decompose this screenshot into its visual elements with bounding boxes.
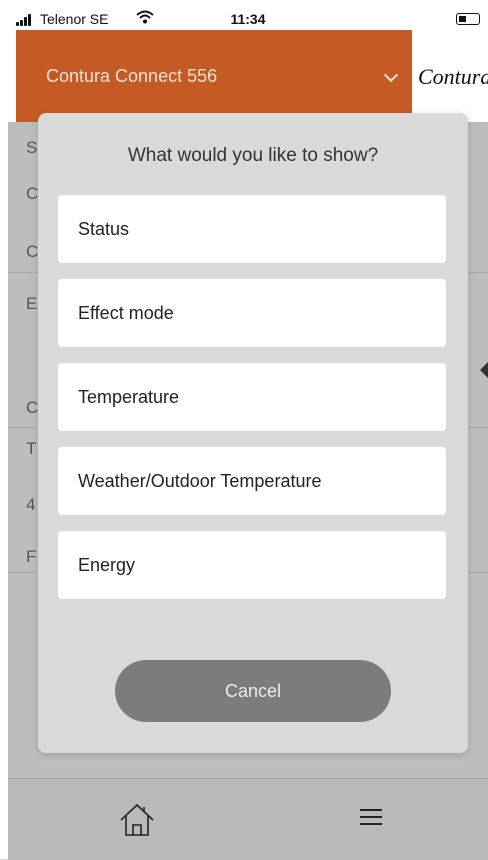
card-glyph: S — [26, 138, 38, 157]
cancel-button[interactable]: Cancel — [115, 660, 391, 722]
app-screen: Telenor SE 11:34 Contura Connect 556 Con… — [0, 0, 488, 860]
brand-logo: Contura — [418, 64, 488, 89]
menu-icon[interactable] — [360, 809, 382, 827]
card-glyph: C — [26, 242, 39, 261]
home-icon[interactable] — [116, 799, 158, 841]
option-label: Temperature — [78, 387, 180, 407]
app-header: Contura Connect 556 Contura — [8, 30, 488, 122]
card-glyph: 4 — [26, 495, 36, 514]
card-glyph: F — [26, 547, 37, 566]
status-bar: Telenor SE 11:34 — [8, 8, 488, 30]
card-glyph: C — [26, 184, 39, 203]
option-label: Energy — [78, 555, 136, 575]
device-selector[interactable]: Contura Connect 556 — [16, 30, 412, 122]
cancel-label: Cancel — [224, 681, 282, 701]
option-label: Effect mode — [78, 303, 174, 323]
card-glyph: T — [26, 439, 37, 458]
option-effect-mode[interactable]: Effect mode — [58, 279, 446, 347]
device-name: Contura Connect 556 — [46, 66, 218, 86]
option-energy[interactable]: Energy — [58, 531, 446, 599]
option-status[interactable]: Status — [58, 195, 446, 263]
option-label: Weather/Outdoor Temperature — [78, 471, 322, 491]
dialog-title: What would you like to show? — [127, 145, 379, 166]
card-glyph: C — [26, 398, 39, 417]
card-glyph: E — [26, 294, 38, 313]
option-temperature[interactable]: Temperature — [58, 363, 446, 431]
bottom-tab-bar — [8, 778, 488, 860]
carousel-arrow-icon[interactable] — [480, 362, 488, 378]
option-weather-outdoor-temperature[interactable]: Weather/Outdoor Temperature — [58, 447, 446, 515]
battery-icon — [456, 13, 480, 25]
option-label: Status — [78, 219, 130, 239]
display-option-dialog: What would you like to show? Status Effe… — [38, 113, 468, 753]
chevron-down-icon — [383, 67, 399, 83]
status-time: 11:34 — [230, 11, 266, 27]
